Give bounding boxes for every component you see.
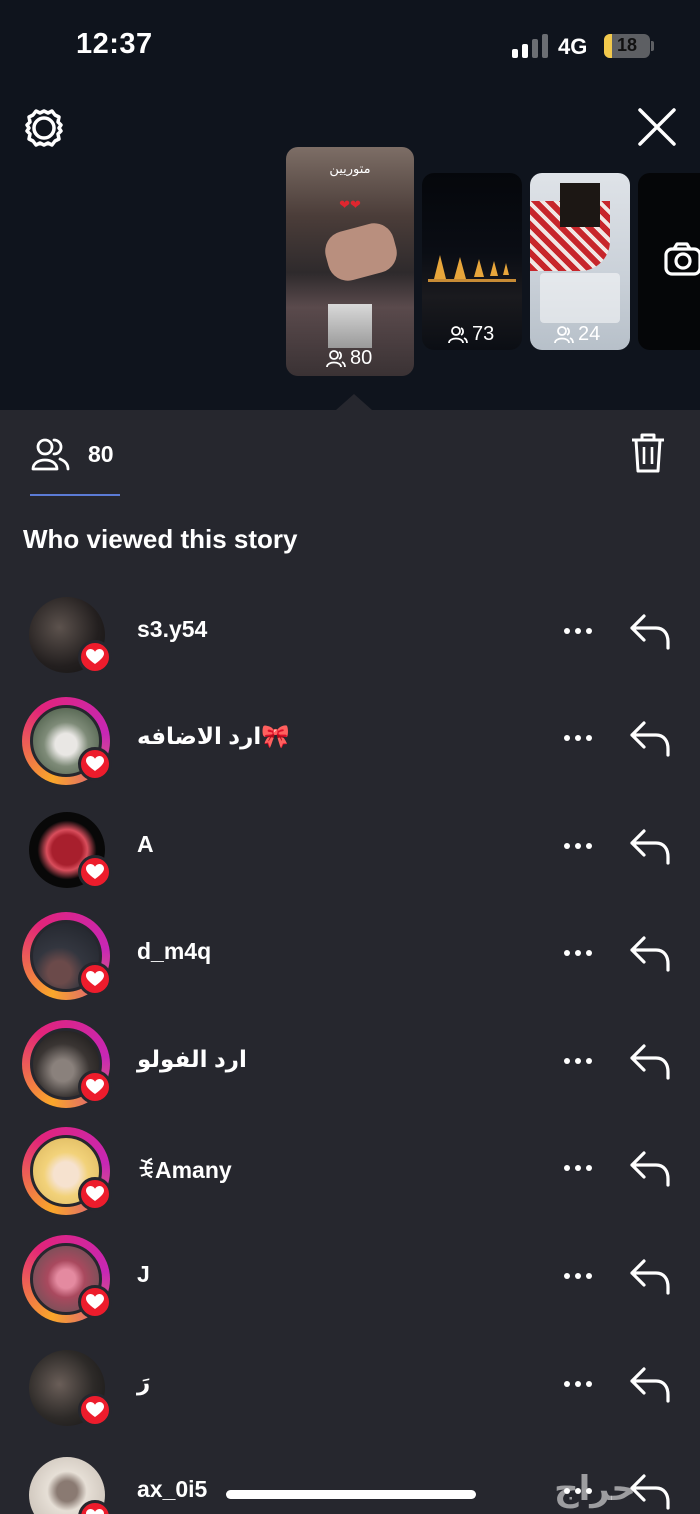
watermark-text: حراج <box>554 1469 636 1509</box>
viewers-icon <box>448 325 468 343</box>
more-options-icon[interactable] <box>562 1271 594 1281</box>
story-thumbnail[interactable]: 73 <box>422 173 522 350</box>
reply-arrow-icon[interactable] <box>628 1149 672 1189</box>
heart-icon <box>86 1509 104 1514</box>
network-type: 4G <box>558 34 588 59</box>
battery-icon: 18 <box>604 34 650 58</box>
heart-icon <box>86 971 104 986</box>
reply-arrow-icon[interactable] <box>628 1365 672 1405</box>
heart-badge <box>78 1177 112 1211</box>
story-photo-card <box>560 183 600 227</box>
more-options-icon[interactable] <box>562 1163 594 1173</box>
viewer-username[interactable]: ارد الاضافه🎀 <box>137 723 290 750</box>
more-options-icon[interactable] <box>562 841 594 851</box>
avatar-story-ring[interactable] <box>22 697 112 785</box>
heart-badge <box>78 962 112 996</box>
settings-gear-icon[interactable] <box>22 106 66 150</box>
reply-arrow-icon[interactable] <box>628 719 672 759</box>
reply-arrow-icon[interactable] <box>628 827 672 867</box>
viewer-row[interactable]: J <box>0 1235 700 1335</box>
section-title: Who viewed this story <box>23 524 298 554</box>
story-view-count-value: 80 <box>350 347 373 369</box>
story-view-count-value: 24 <box>578 323 601 345</box>
viewers-count: 80 <box>88 440 114 467</box>
heart-icon <box>86 1294 104 1309</box>
viewer-row[interactable]: A <box>0 805 700 905</box>
viewer-username[interactable]: s3.y54 <box>137 616 207 643</box>
battery-nub <box>651 41 654 51</box>
heart-badge <box>78 1393 112 1427</box>
more-options-icon[interactable] <box>562 948 594 958</box>
viewer-username[interactable]: ꉂAmany <box>137 1153 232 1184</box>
story-thumbnail[interactable]: 24 <box>530 173 630 350</box>
avatar-story-ring[interactable] <box>22 805 112 893</box>
home-indicator[interactable] <box>226 1490 476 1499</box>
viewers-icon <box>326 349 346 367</box>
avatar-story-ring[interactable] <box>22 1127 112 1215</box>
heart-icon <box>86 1402 104 1417</box>
avatar-story-ring[interactable] <box>22 912 112 1000</box>
viewer-username[interactable]: d_m4q <box>137 938 211 965</box>
more-options-icon[interactable] <box>562 733 594 743</box>
reply-arrow-icon[interactable] <box>628 934 672 974</box>
story-photo-lights <box>428 255 516 282</box>
viewer-row[interactable]: s3.y54 <box>0 590 700 690</box>
heart-icon <box>86 649 104 664</box>
battery-percent: 18 <box>616 35 638 55</box>
story-photo-note <box>540 273 620 323</box>
watermark-logo: حراج <box>554 1469 636 1509</box>
viewer-row[interactable]: ارد الفولو <box>0 1020 700 1120</box>
avatar-story-ring[interactable] <box>22 1343 112 1431</box>
reply-arrow-icon[interactable] <box>628 612 672 652</box>
heart-icon <box>86 1186 104 1201</box>
viewers-icon <box>554 325 574 343</box>
avatar-story-ring[interactable] <box>22 590 112 678</box>
sheet-pointer <box>336 394 372 410</box>
heart-icon <box>86 756 104 771</box>
story-thumbnail-selected[interactable]: متوريين ❤❤ 80 <box>286 147 414 376</box>
viewer-row[interactable]: ارد الاضافه🎀 <box>0 697 700 797</box>
close-icon[interactable] <box>636 106 678 148</box>
viewer-username[interactable]: ارد الفولو <box>137 1046 247 1073</box>
viewer-username[interactable]: ax_0i5 <box>137 1476 207 1503</box>
heart-badge <box>78 855 112 889</box>
hearts-emoji: ❤❤ <box>339 197 361 212</box>
story-overlay-text: متوريين <box>329 161 371 176</box>
viewer-row[interactable]: رَ <box>0 1343 700 1443</box>
viewer-username[interactable]: رَ <box>137 1369 150 1396</box>
heart-badge <box>78 1070 112 1104</box>
story-view-count: 24 <box>554 323 600 346</box>
heart-icon <box>86 864 104 879</box>
camera-icon[interactable] <box>662 240 700 278</box>
viewer-username[interactable]: J <box>137 1261 150 1288</box>
more-options-icon[interactable] <box>562 626 594 636</box>
heart-badge <box>78 640 112 674</box>
status-bar: 12:37 4G 18 <box>0 0 700 90</box>
story-view-count-value: 73 <box>472 323 495 345</box>
heart-badge <box>78 1285 112 1319</box>
story-view-count: 80 <box>326 347 372 370</box>
viewers-icon <box>31 438 70 471</box>
heart-icon <box>86 1079 104 1094</box>
avatar-story-ring[interactable] <box>22 1235 112 1323</box>
tab-active-indicator <box>30 494 120 496</box>
story-view-count: 73 <box>448 323 494 346</box>
avatar-story-ring[interactable] <box>22 1020 112 1108</box>
trash-icon[interactable] <box>630 432 666 474</box>
avatar-story-ring[interactable] <box>22 1450 112 1514</box>
story-photo-hand <box>320 218 402 286</box>
reply-arrow-icon[interactable] <box>628 1257 672 1297</box>
status-time: 12:37 <box>76 28 153 60</box>
viewer-row[interactable]: ꉂAmany <box>0 1127 700 1227</box>
heart-badge <box>78 747 112 781</box>
tab-viewers[interactable]: 80 <box>30 436 114 472</box>
story-inner-photo <box>328 304 372 348</box>
more-options-icon[interactable] <box>562 1379 594 1389</box>
reply-arrow-icon[interactable] <box>628 1042 672 1082</box>
viewer-username[interactable]: A <box>137 831 154 858</box>
more-options-icon[interactable] <box>562 1056 594 1066</box>
signal-strength-icon <box>512 34 548 58</box>
viewer-row[interactable]: d_m4q <box>0 912 700 1012</box>
